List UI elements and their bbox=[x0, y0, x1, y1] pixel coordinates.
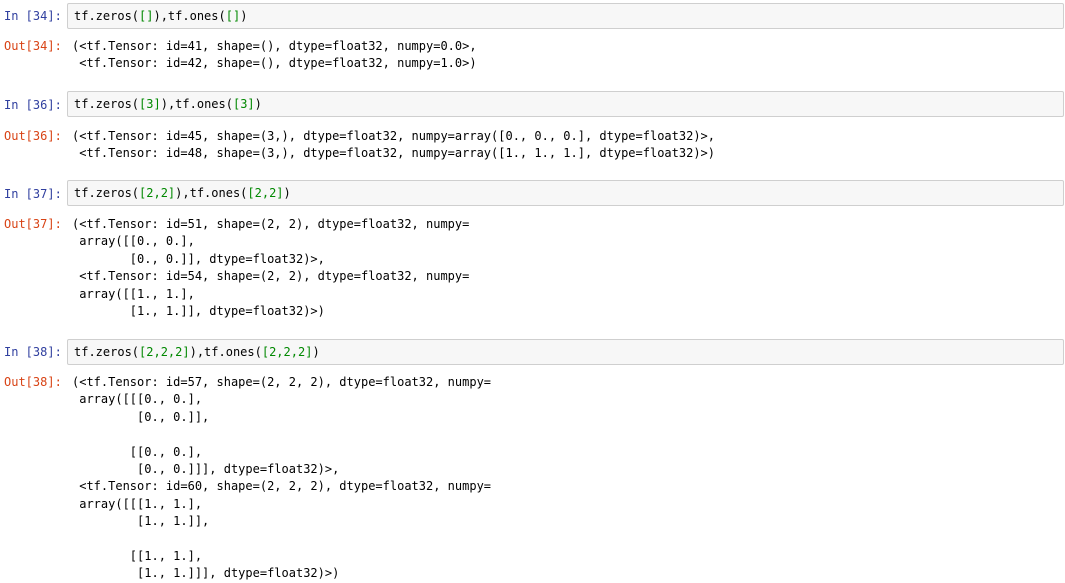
code-line: tf.zeros([2,2,2]),tf.ones([2,2,2]) bbox=[74, 344, 320, 361]
input-prompt: In [37]: bbox=[4, 187, 62, 201]
code-literal-token: [2,2] bbox=[247, 186, 284, 200]
code-input-area[interactable]: tf.zeros([]),tf.ones([]) bbox=[67, 3, 1064, 29]
code-token: ),tf.ones( bbox=[175, 186, 248, 200]
code-line: tf.zeros([3]),tf.ones([3]) bbox=[74, 96, 262, 113]
code-token: tf.zeros( bbox=[74, 97, 140, 111]
code-token: ),tf.ones( bbox=[153, 9, 226, 23]
output-text: (<tf.Tensor: id=45, shape=(3,), dtype=fl… bbox=[72, 129, 715, 161]
code-token: tf.zeros( bbox=[74, 186, 140, 200]
output-prompt: Out[36]: bbox=[4, 129, 62, 143]
output-prompt: Out[34]: bbox=[4, 39, 62, 53]
code-token: ),tf.ones( bbox=[160, 97, 233, 111]
input-prompt: In [36]: bbox=[4, 98, 62, 112]
output-prompt: Out[37]: bbox=[4, 217, 62, 231]
output-text: (<tf.Tensor: id=57, shape=(2, 2, 2), dty… bbox=[72, 375, 492, 581]
output-text: (<tf.Tensor: id=41, shape=(), dtype=floa… bbox=[72, 39, 477, 71]
code-token: ) bbox=[312, 345, 320, 359]
code-line: tf.zeros([]),tf.ones([]) bbox=[74, 8, 247, 25]
code-literal-token: [3] bbox=[232, 97, 255, 111]
code-literal-token: [3] bbox=[139, 97, 161, 111]
output-text: (<tf.Tensor: id=51, shape=(2, 2), dtype=… bbox=[72, 217, 470, 319]
code-literal-token: [2,2,2] bbox=[261, 345, 313, 359]
code-literal-token: [] bbox=[225, 9, 241, 23]
code-literal-token: [2,2,2] bbox=[139, 345, 190, 359]
input-prompt: In [34]: bbox=[4, 9, 62, 23]
code-token: tf.zeros( bbox=[74, 9, 140, 23]
input-prompt: In [38]: bbox=[4, 345, 62, 359]
code-token: ),tf.ones( bbox=[189, 345, 262, 359]
code-token: ) bbox=[240, 9, 248, 23]
code-token: ) bbox=[254, 97, 262, 111]
code-input-area[interactable]: tf.zeros([3]),tf.ones([3]) bbox=[67, 91, 1064, 117]
code-input-area[interactable]: tf.zeros([2,2]),tf.ones([2,2]) bbox=[67, 180, 1064, 206]
code-literal-token: [2,2] bbox=[139, 186, 176, 200]
code-input-area[interactable]: tf.zeros([2,2,2]),tf.ones([2,2,2]) bbox=[67, 339, 1064, 365]
output-prompt: Out[38]: bbox=[4, 375, 62, 389]
code-token: tf.zeros( bbox=[74, 345, 140, 359]
code-line: tf.zeros([2,2]),tf.ones([2,2]) bbox=[74, 185, 291, 202]
code-literal-token: [] bbox=[139, 9, 154, 23]
code-token: ) bbox=[283, 186, 291, 200]
